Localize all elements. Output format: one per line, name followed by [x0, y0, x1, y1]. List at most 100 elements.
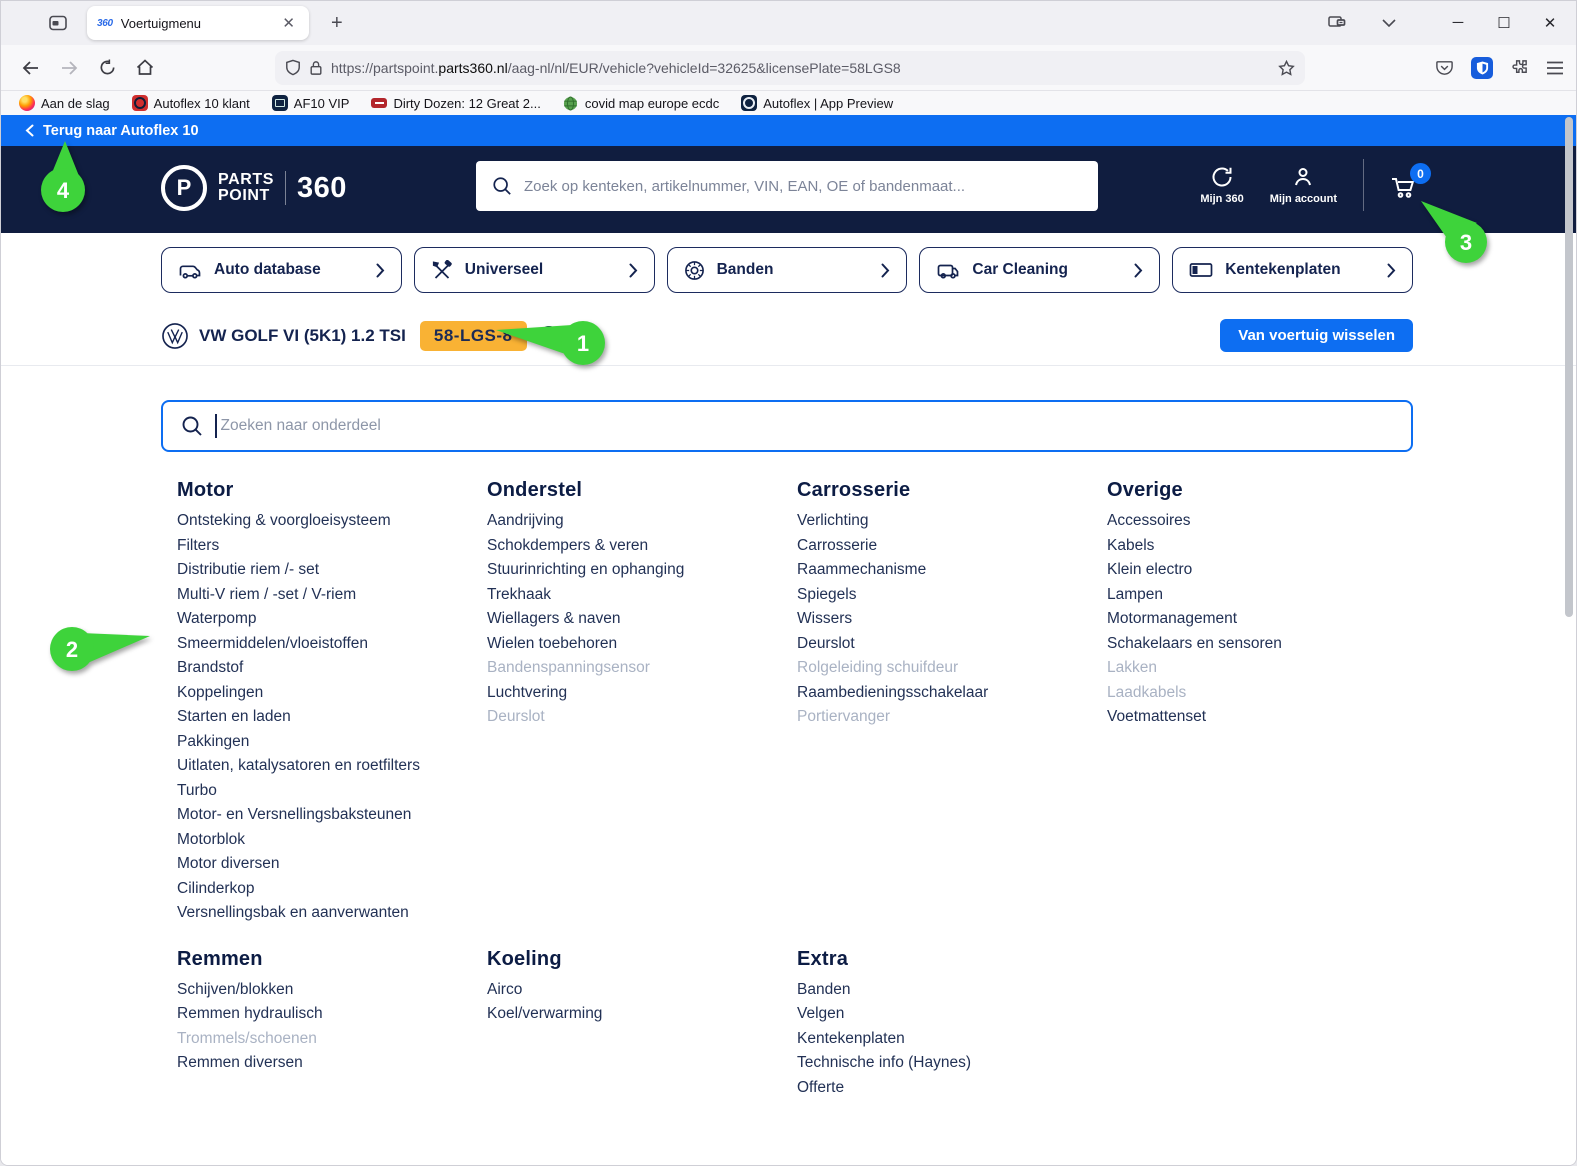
list-all-tabs-icon[interactable]	[1376, 10, 1402, 36]
part-search-input[interactable]	[221, 417, 1394, 435]
mijn-360-button[interactable]: Mijn 360	[1200, 165, 1243, 205]
category-item[interactable]: Uitlaten, katalysatoren en roetfilters	[177, 754, 487, 779]
firefox-view-icon[interactable]	[43, 8, 73, 38]
category-item[interactable]: Airco	[487, 978, 797, 1003]
category-item[interactable]: Motor diversen	[177, 852, 487, 877]
reload-icon[interactable]	[91, 52, 123, 84]
category-item[interactable]: Luchtvering	[487, 681, 797, 706]
tab-overview-icon[interactable]	[1324, 10, 1350, 36]
annotation-marker-2: 2	[47, 619, 151, 675]
bookmark-item[interactable]: Autoflex 10 klant	[132, 95, 250, 111]
bookmark-item[interactable]: Aan de slag	[19, 95, 110, 111]
bookmark-item[interactable]: covid map europe ecdc	[563, 95, 719, 111]
category-item[interactable]: Koppelingen	[177, 681, 487, 706]
category-item-disabled: Trommels/schoenen	[177, 1027, 487, 1052]
category-item[interactable]: Wielen toebehoren	[487, 632, 797, 657]
category-grid: Motor Ontsteking & voorgloeisysteem Filt…	[177, 479, 1417, 1100]
browser-tab[interactable]: 360 Voertuigmenu ✕	[87, 6, 309, 40]
category-item[interactable]: Aandrijving	[487, 509, 797, 534]
bookmark-item[interactable]: Autoflex | App Preview	[741, 95, 893, 111]
scrollbar-thumb[interactable]	[1565, 117, 1573, 617]
category-item[interactable]: Ontsteking & voorgloeisysteem	[177, 509, 487, 534]
close-icon[interactable]: ✕	[1542, 14, 1558, 32]
mijn-account-button[interactable]: Mijn account	[1270, 165, 1337, 205]
nav-button-auto-database[interactable]: Auto database	[161, 247, 402, 293]
nav-button-banden[interactable]: Banden	[667, 247, 908, 293]
category-item[interactable]: Motormanagement	[1107, 607, 1417, 632]
nav-button-universeel[interactable]: Universeel	[414, 247, 655, 293]
category-item[interactable]: Schakelaars en sensoren	[1107, 632, 1417, 657]
global-search-input[interactable]	[524, 178, 1082, 195]
category-item[interactable]: Motorblok	[177, 828, 487, 853]
category-item[interactable]: Motor- en Versnellingsbaksteunen	[177, 803, 487, 828]
category-item[interactable]: Kentekenplaten	[797, 1027, 1107, 1052]
extensions-puzzle-icon[interactable]	[1510, 58, 1529, 77]
nav-button-kentekenplaten[interactable]: Kentekenplaten	[1172, 247, 1413, 293]
category-item[interactable]: Wiellagers & naven	[487, 607, 797, 632]
category-item[interactable]: Deurslot	[797, 632, 1107, 657]
category-item[interactable]: Spiegels	[797, 583, 1107, 608]
tab-close-icon[interactable]: ✕	[278, 12, 299, 34]
category-item[interactable]: Multi-V riem / -set / V-riem	[177, 583, 487, 608]
category-item[interactable]: Raambedieningsschakelaar	[797, 681, 1107, 706]
category-item[interactable]: Distributie riem /- set	[177, 558, 487, 583]
category-item[interactable]: Filters	[177, 534, 487, 559]
category-item[interactable]: Brandstof	[177, 656, 487, 681]
category-item[interactable]: Raammechanisme	[797, 558, 1107, 583]
category-item[interactable]: Schijven/blokken	[177, 978, 487, 1003]
bookmark-item[interactable]: Dirty Dozen: 12 Great 2...	[371, 96, 540, 111]
category-item[interactable]: Waterpomp	[177, 607, 487, 632]
maximize-icon[interactable]: ☐	[1496, 14, 1512, 32]
switch-vehicle-button[interactable]: Van voertuig wisselen	[1220, 319, 1413, 352]
nav-button-car-cleaning[interactable]: Car Cleaning	[919, 247, 1160, 293]
bitwarden-icon[interactable]	[1471, 57, 1493, 79]
category-item[interactable]: Remmen hydraulisch	[177, 1002, 487, 1027]
category-item[interactable]: Stuurinrichting en ophanging	[487, 558, 797, 583]
category-item[interactable]: Wissers	[797, 607, 1107, 632]
category-item[interactable]: Verlichting	[797, 509, 1107, 534]
category-item[interactable]: Klein electro	[1107, 558, 1417, 583]
page-scrollbar[interactable]	[1563, 115, 1574, 1162]
new-tab-button[interactable]: +	[323, 12, 351, 35]
back-icon[interactable]	[15, 52, 47, 84]
url-bar[interactable]: https://partspoint.parts360.nl/aag-nl/nl…	[275, 51, 1305, 85]
category-carrosserie: Carrosserie Verlichting Carrosserie Raam…	[797, 479, 1107, 926]
category-item[interactable]: Turbo	[177, 779, 487, 804]
category-item[interactable]: Smeermiddelen/vloeistoffen	[177, 632, 487, 657]
category-item[interactable]: Remmen diversen	[177, 1051, 487, 1076]
pocket-icon[interactable]	[1435, 58, 1454, 77]
autoflex-icon	[132, 95, 148, 111]
menu-hamburger-icon[interactable]	[1546, 61, 1564, 75]
lock-icon[interactable]	[309, 60, 323, 76]
category-item[interactable]: Pakkingen	[177, 730, 487, 755]
home-icon[interactable]	[129, 52, 161, 84]
category-item[interactable]: Schokdempers & veren	[487, 534, 797, 559]
category-item[interactable]: Kabels	[1107, 534, 1417, 559]
category-item[interactable]: Versnellingsbak en aanverwanten	[177, 901, 487, 926]
cart-button[interactable]: 0	[1390, 170, 1418, 200]
category-item-disabled: Deurslot	[487, 705, 797, 730]
category-item[interactable]: Voetmattenset	[1107, 705, 1417, 730]
category-item[interactable]: Accessoires	[1107, 509, 1417, 534]
forward-icon[interactable]	[53, 52, 85, 84]
partspoint-logo[interactable]: P PARTSPOINT 360	[161, 165, 347, 211]
category-item[interactable]: Velgen	[797, 1002, 1107, 1027]
minimize-icon[interactable]: ─	[1450, 14, 1466, 32]
category-item[interactable]: Banden	[797, 978, 1107, 1003]
category-item[interactable]: Offerte	[797, 1076, 1107, 1101]
part-search[interactable]	[161, 400, 1413, 452]
chevron-right-icon	[881, 263, 890, 278]
bookmark-star-icon[interactable]	[1278, 60, 1295, 76]
category-item[interactable]: Trekhaak	[487, 583, 797, 608]
bookmark-item[interactable]: AF10 VIP	[272, 95, 350, 111]
category-item[interactable]: Koel/verwarming	[487, 1002, 797, 1027]
category-item[interactable]: Starten en laden	[177, 705, 487, 730]
category-koeling: Koeling Airco Koel/verwarming	[487, 948, 797, 1101]
global-search[interactable]	[476, 161, 1098, 211]
category-item[interactable]: Lampen	[1107, 583, 1417, 608]
category-item[interactable]: Technische info (Haynes)	[797, 1051, 1107, 1076]
back-banner[interactable]: Terug naar Autoflex 10	[1, 115, 1576, 146]
category-item[interactable]: Cilinderkop	[177, 877, 487, 902]
shield-icon[interactable]	[285, 59, 301, 76]
category-item[interactable]: Carrosserie	[797, 534, 1107, 559]
